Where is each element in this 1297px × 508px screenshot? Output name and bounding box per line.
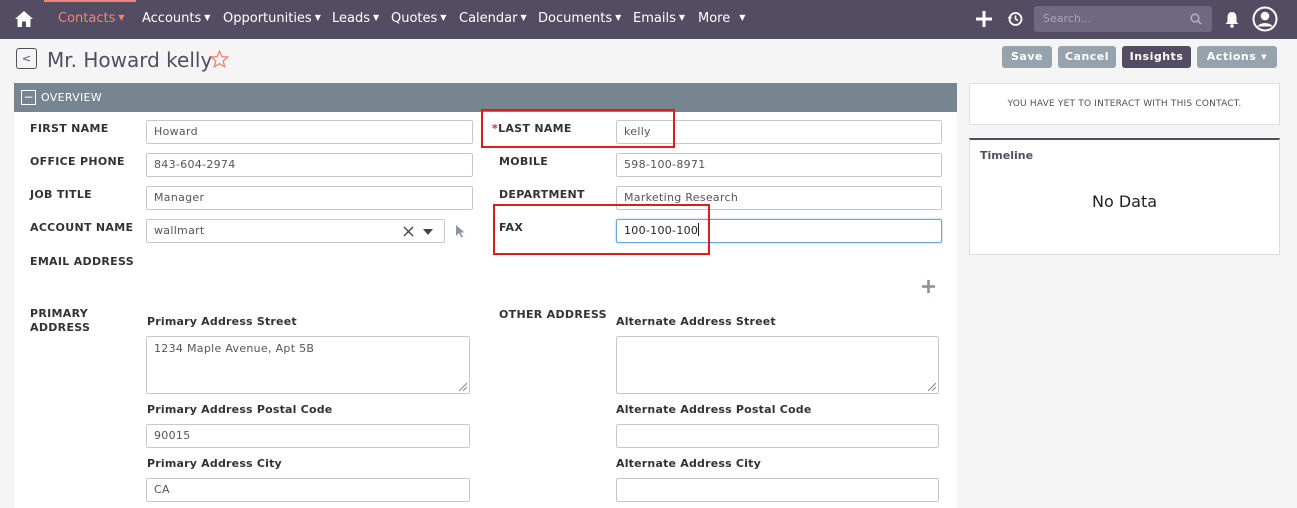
nav-item-quotes[interactable]: Quotes ▼ <box>391 11 446 26</box>
office-phone-label: OFFICE PHONE <box>30 155 125 168</box>
caret-down-icon: ▼ <box>314 13 321 22</box>
primary-address-label: PRIMARY ADDRESS <box>30 307 90 335</box>
account-name-select[interactable]: wallmart <box>146 219 445 243</box>
chevron-down-icon[interactable] <box>423 229 433 235</box>
primary-address-label-line2: ADDRESS <box>30 321 91 334</box>
nav-item-leads[interactable]: Leads ▼ <box>332 11 379 26</box>
job-title-input[interactable]: Manager <box>146 186 473 210</box>
primary-postal-input[interactable]: 90015 <box>146 424 470 448</box>
caret-down-icon: ▼ <box>373 13 380 22</box>
search-icon[interactable] <box>1190 13 1202 25</box>
back-button[interactable]: < <box>16 48 37 69</box>
primary-city-label: Primary Address City <box>147 457 282 470</box>
active-tab-indicator <box>44 0 136 2</box>
interaction-summary-card: YOU HAVE YET TO INTERACT WITH THIS CONTA… <box>969 83 1280 125</box>
home-icon[interactable] <box>14 10 34 28</box>
alternate-postal-input[interactable] <box>616 424 939 448</box>
highlight-box-fax <box>493 204 710 255</box>
top-navigation-bar: Contacts ▼ Accounts ▼ Opportunities ▼ Leads… <box>0 0 1297 39</box>
nav-item-emails[interactable]: Emails ▼ <box>633 11 685 26</box>
email-address-label: EMAIL ADDRESS <box>30 255 134 268</box>
primary-city-input[interactable]: CA <box>146 478 470 502</box>
nav-item-label: Documents <box>538 11 613 26</box>
other-address-label: OTHER ADDRESS <box>499 308 607 321</box>
account-name-value: wallmart <box>154 224 205 237</box>
nav-item-label: Contacts <box>58 11 116 26</box>
nav-item-contacts[interactable]: Contacts ▼ <box>58 11 125 26</box>
nav-item-label: More <box>698 11 731 26</box>
first-name-label: FIRST NAME <box>30 122 109 135</box>
timeline-empty-message: No Data <box>1091 192 1158 211</box>
highlight-box-last-name <box>481 109 675 148</box>
plus-icon[interactable] <box>976 11 992 27</box>
caret-down-icon: ▼ <box>520 13 527 22</box>
caret-down-icon: ▼ <box>118 13 125 22</box>
alternate-postal-label: Alternate Address Postal Code <box>616 403 812 416</box>
resize-grip-icon[interactable] <box>928 383 936 391</box>
alternate-city-label: Alternate Address City <box>616 457 761 470</box>
favorite-star-icon[interactable] <box>210 50 229 68</box>
caret-down-icon: ▼ <box>204 13 211 22</box>
alternate-street-label: Alternate Address Street <box>616 315 776 328</box>
caret-down-icon: ▼ <box>678 13 685 22</box>
timeline-title: Timeline <box>980 149 1034 162</box>
search-input[interactable]: Search... <box>1034 6 1212 32</box>
primary-street-label: Primary Address Street <box>147 315 297 328</box>
caret-down-icon: ▼ <box>739 13 746 22</box>
nav-item-documents[interactable]: Documents ▼ <box>538 11 621 26</box>
actions-button-label: Actions <box>1206 50 1257 63</box>
nav-item-label: Emails <box>633 11 676 26</box>
insights-button[interactable]: Insights <box>1122 46 1191 68</box>
nav-item-accounts[interactable]: Accounts ▼ <box>142 11 210 26</box>
save-button[interactable]: Save <box>1002 46 1052 68</box>
timeline-card: Timeline No Data <box>969 138 1280 255</box>
nav-item-label: Calendar <box>459 11 518 26</box>
mobile-input[interactable]: 598-100-8971 <box>616 153 942 177</box>
nav-item-calendar[interactable]: Calendar ▼ <box>459 11 527 26</box>
nav-item-label: Accounts <box>142 11 202 26</box>
history-icon[interactable] <box>1007 11 1023 27</box>
clear-icon[interactable] <box>403 226 414 237</box>
user-avatar-icon[interactable] <box>1252 6 1278 32</box>
primary-postal-label: Primary Address Postal Code <box>147 403 333 416</box>
caret-down-icon: ▼ <box>1261 53 1268 61</box>
alternate-street-textarea[interactable] <box>616 336 939 394</box>
bell-icon[interactable] <box>1224 11 1240 28</box>
nav-item-label: Opportunities <box>223 11 312 26</box>
select-cursor-icon[interactable] <box>454 224 466 238</box>
nav-item-more[interactable]: More ▼ <box>698 11 745 26</box>
actions-button[interactable]: Actions ▼ <box>1197 46 1277 68</box>
first-name-input[interactable]: Howard <box>146 120 473 144</box>
primary-street-textarea[interactable]: 1234 Maple Avenue, Apt 5B <box>146 336 470 394</box>
nav-item-opportunities[interactable]: Opportunities ▼ <box>223 11 321 26</box>
add-email-plus-icon[interactable] <box>922 280 935 293</box>
office-phone-input[interactable]: 843-604-2974 <box>146 153 473 177</box>
panel-title: OVERVIEW <box>41 91 102 104</box>
record-header: < Mr. Howard kelly Save Cancel Insights … <box>0 39 1297 83</box>
search-placeholder: Search... <box>1043 12 1092 25</box>
alternate-city-input[interactable] <box>616 478 939 502</box>
job-title-label: JOB TITLE <box>30 188 92 201</box>
mobile-label: MOBILE <box>499 155 549 168</box>
primary-street-value: 1234 Maple Avenue, Apt 5B <box>154 342 315 355</box>
nav-item-label: Quotes <box>391 11 438 26</box>
page-title: Mr. Howard kelly <box>47 48 213 72</box>
nav-item-label: Leads <box>332 11 371 26</box>
cancel-button[interactable]: Cancel <box>1058 46 1116 68</box>
account-name-label: ACCOUNT NAME <box>30 221 134 234</box>
primary-address-label-line1: PRIMARY <box>30 307 89 320</box>
overview-panel-header[interactable]: − OVERVIEW <box>14 83 957 112</box>
resize-grip-icon[interactable] <box>459 383 467 391</box>
caret-down-icon: ▼ <box>440 13 447 22</box>
caret-down-icon: ▼ <box>615 13 622 22</box>
department-label: DEPARTMENT <box>499 188 585 201</box>
collapse-icon[interactable]: − <box>21 90 36 105</box>
